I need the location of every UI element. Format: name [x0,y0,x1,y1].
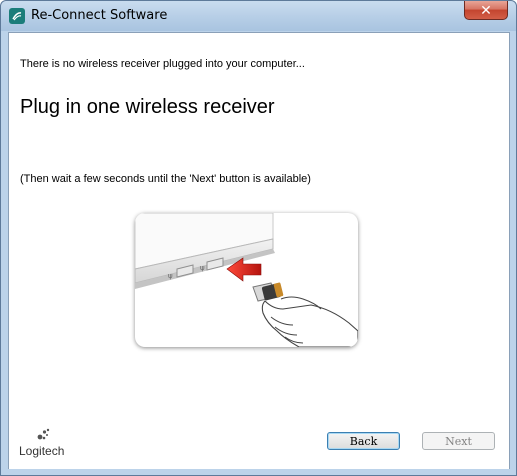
wizard-window: Re-Connect Software ✕ There is no wirele… [0,0,517,476]
plug-in-receiver-illustration: ψ ψ [135,213,358,347]
usb-receiver-plug-icon: ψ ψ [135,213,358,347]
headline: Plug in one wireless receiver [20,96,275,118]
svg-text:ψ: ψ [200,264,205,272]
title-bar[interactable]: Re-Connect Software ✕ [1,1,516,31]
logitech-logo-text: Logitech [19,444,65,458]
wizard-footer: Logitech Back Next [9,401,509,469]
close-icon: ✕ [480,1,492,18]
status-message: There is no wireless receiver plugged in… [20,58,305,70]
svg-text:ψ: ψ [168,272,173,280]
instruction-text: (Then wait a few seconds until the 'Next… [20,173,311,185]
close-button[interactable]: ✕ [464,1,508,20]
app-icon [9,8,25,24]
back-button[interactable]: Back [327,432,400,450]
wizard-content: There is no wireless receiver plugged in… [8,32,510,469]
next-button[interactable]: Next [422,432,495,450]
window-title: Re-Connect Software [31,8,168,23]
